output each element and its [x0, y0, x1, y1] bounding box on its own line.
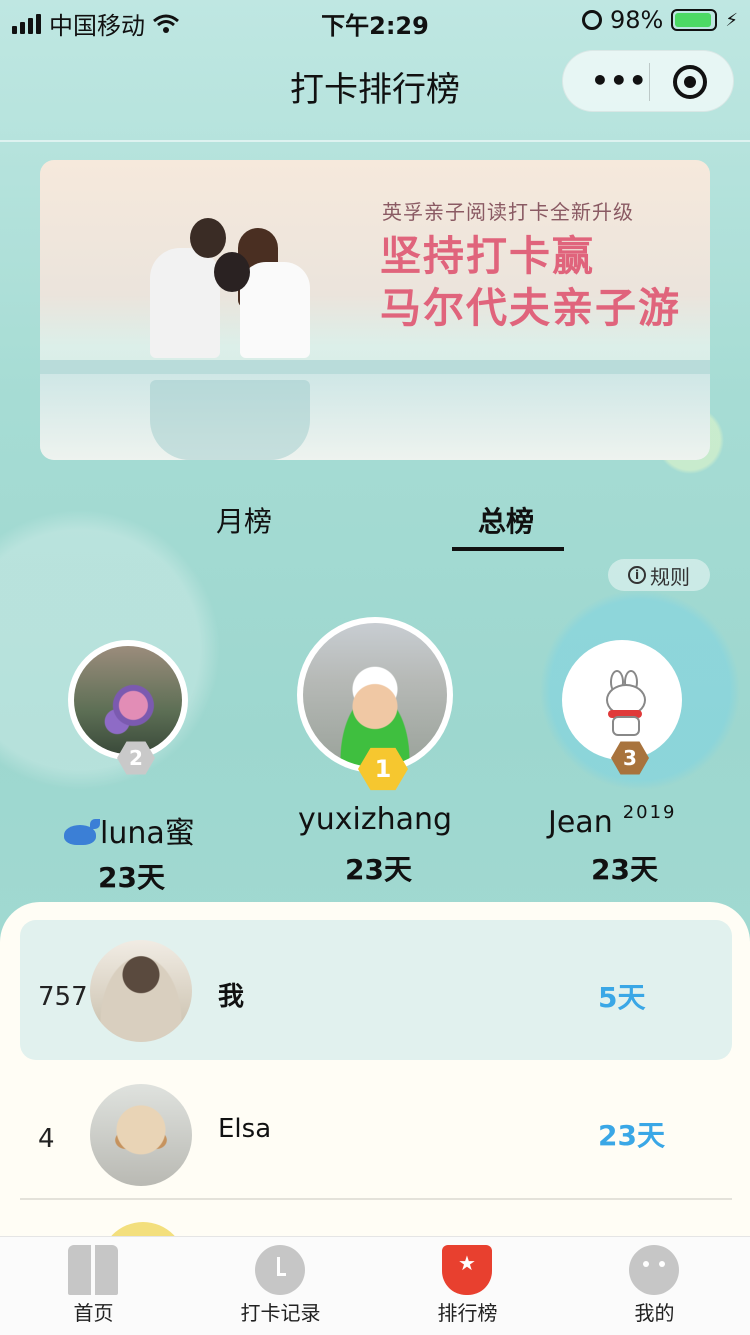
- miniprogram-capsule: •••: [562, 50, 734, 112]
- capsule-divider: [649, 63, 650, 101]
- list-name: Elsa: [218, 1114, 272, 1144]
- tab-monthly[interactable]: 月榜: [216, 500, 272, 540]
- more-icon[interactable]: •••: [591, 67, 648, 95]
- bottom-tab-bar: 首页 打卡记录 排行榜 我的: [0, 1236, 750, 1335]
- podium-name-3-suffix: 2019: [622, 802, 677, 823]
- tabbar-label: 我的: [634, 1301, 675, 1325]
- banner-headline-line1: 坚持打卡赢: [380, 232, 595, 280]
- avatar[interactable]: [90, 940, 192, 1042]
- tabbar-leaderboard[interactable]: 排行榜: [374, 1237, 561, 1335]
- list-days: 23天: [598, 1119, 665, 1152]
- list-name: 我: [218, 982, 245, 1012]
- face-icon: [629, 1245, 679, 1295]
- podium-days-3: 23天: [591, 853, 658, 886]
- rules-label: 规则: [650, 564, 690, 589]
- whale-icon: [60, 817, 100, 847]
- tabbar-label: 首页: [73, 1301, 114, 1325]
- battery-icon: [671, 9, 718, 31]
- list-days: 5天: [598, 981, 646, 1014]
- podium-name-2: luna蜜: [60, 808, 195, 852]
- tabbar-mine[interactable]: 我的: [561, 1237, 748, 1335]
- alarm-icon: [582, 10, 603, 30]
- podium-days-2: 23天: [98, 861, 165, 894]
- book-icon: [68, 1245, 118, 1295]
- close-miniprogram-icon[interactable]: [673, 65, 707, 99]
- tab-overall[interactable]: 总榜: [478, 500, 534, 540]
- rules-button[interactable]: i 规则: [608, 559, 710, 591]
- list-rank: 757: [38, 982, 88, 1012]
- tabbar-label: 打卡记录: [240, 1301, 321, 1325]
- active-tab-indicator: [452, 547, 564, 551]
- tabbar-checkin-records[interactable]: 打卡记录: [187, 1237, 374, 1335]
- banner-family-illustration: [150, 218, 310, 358]
- banner-headline-line2: 马尔代夫亲子游: [380, 284, 681, 332]
- bunny-avatar-image: [602, 670, 646, 736]
- tabbar-home[interactable]: 首页: [0, 1237, 187, 1335]
- charging-icon: ⚡: [725, 9, 738, 31]
- tabbar-label: 排行榜: [437, 1301, 498, 1325]
- navigation-bar: 打卡排行榜 •••: [0, 40, 750, 142]
- clock-icon: [255, 1245, 305, 1295]
- podium-days-1: 23天: [345, 853, 412, 886]
- info-icon: i: [628, 566, 646, 584]
- avatar[interactable]: [90, 1084, 192, 1186]
- podium-name-1: yuxizhang: [298, 802, 453, 837]
- banner-subtitle: 英孚亲子阅读打卡全新升级: [382, 200, 634, 224]
- list-item-me[interactable]: 757 我 5天: [20, 920, 732, 1060]
- status-bar: 中国移动 下午2:29 98% ⚡: [0, 0, 750, 40]
- ranking-list: 757 我 5天 4 Elsa 23天: [0, 902, 750, 1242]
- list-rank: 4: [38, 1124, 55, 1154]
- promo-banner[interactable]: 英孚亲子阅读打卡全新升级 坚持打卡赢 马尔代夫亲子游: [40, 160, 710, 460]
- banner-headline: 坚持打卡赢 马尔代夫亲子游: [380, 230, 681, 334]
- trophy-icon: [442, 1245, 492, 1295]
- list-divider: [20, 1198, 732, 1200]
- battery-percent: 98%: [610, 6, 664, 34]
- podium-name-3: Jean 2019: [548, 802, 677, 840]
